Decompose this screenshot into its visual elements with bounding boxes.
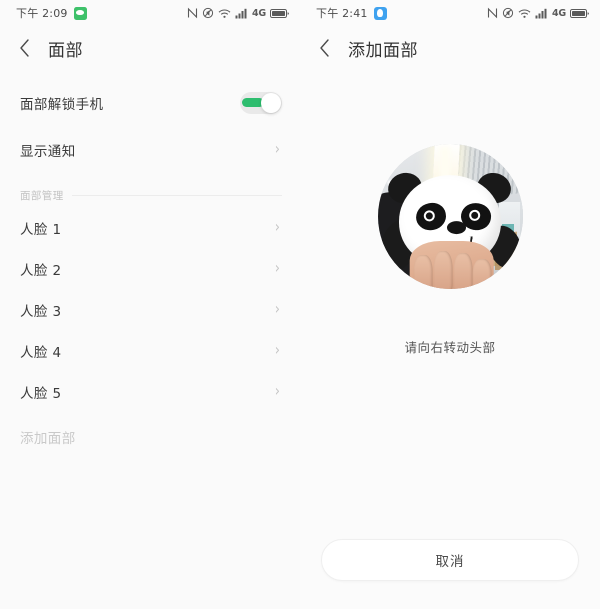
- list-item[interactable]: 人脸 1 ›: [20, 207, 282, 248]
- face-unlock-toggle[interactable]: [240, 91, 282, 114]
- face-entries-list: 人脸 1 › 人脸 2 › 人脸 3 › 人脸 4 › 人脸 5 › 添加面部: [0, 207, 300, 457]
- network-type-label: 4G: [251, 7, 266, 19]
- list-item[interactable]: 人脸 4 ›: [20, 330, 282, 371]
- right-title-bar: 添加面部: [300, 26, 600, 70]
- page-title: 面部: [48, 40, 83, 61]
- panda-nose: [447, 220, 466, 234]
- wechat-icon: [73, 6, 87, 20]
- section-header-face-management: 面部管理: [0, 188, 300, 203]
- battery-icon: [570, 8, 589, 18]
- row-face-unlock[interactable]: 面部解锁手机: [20, 82, 282, 123]
- nfc-icon: [487, 7, 498, 19]
- section-header-label: 面部管理: [20, 190, 64, 202]
- dual-screenshot-container: 下午 2:09 4G 面部 面部解锁手机 显示通知 › 面部管理 人脸 1 › …: [0, 0, 600, 609]
- list-item[interactable]: 人脸 3 ›: [20, 289, 282, 330]
- face-label: 人脸 3: [20, 303, 62, 320]
- face-unlock-label: 面部解锁手机: [20, 96, 104, 113]
- chevron-right-icon: ›: [274, 140, 280, 159]
- chevron-right-icon: ›: [274, 382, 280, 401]
- face-label: 人脸 4: [20, 344, 62, 361]
- face-label: 人脸 5: [20, 385, 62, 402]
- list-item[interactable]: 人脸 5 ›: [20, 371, 282, 412]
- cancel-button[interactable]: 取消: [321, 539, 579, 581]
- wifi-icon: [218, 8, 231, 18]
- face-label: 人脸 1: [20, 221, 62, 238]
- back-chevron-icon[interactable]: [314, 36, 334, 60]
- qq-icon: [373, 6, 387, 20]
- status-bar-time: 下午 2:09: [16, 7, 68, 20]
- settings-list: 面部解锁手机 显示通知 ›: [0, 82, 300, 170]
- cancel-button-container: 取消: [300, 539, 600, 581]
- left-status-bar: 下午 2:09 4G: [0, 0, 300, 26]
- face-label: 人脸 2: [20, 262, 62, 279]
- signal-icon: [535, 8, 547, 18]
- toggle-knob: [261, 92, 281, 113]
- section-divider: [71, 195, 282, 196]
- right-screen-add-face: 下午 2:41 4G 添加面部 请向右转动头部 取消: [300, 0, 600, 609]
- chevron-right-icon: ›: [274, 259, 280, 278]
- camera-preview-image: [377, 144, 523, 289]
- panda-pupil-left: [422, 208, 436, 222]
- page-title: 添加面部: [348, 40, 418, 61]
- back-chevron-icon[interactable]: [14, 36, 34, 60]
- mute-icon: [202, 7, 214, 19]
- row-show-notifications[interactable]: 显示通知 ›: [20, 129, 282, 170]
- show-notifications-label: 显示通知: [20, 143, 76, 160]
- panda-pupil-right: [468, 208, 482, 222]
- add-face-label: 添加面部: [20, 430, 76, 447]
- nfc-icon: [187, 7, 198, 19]
- left-title-bar: 面部: [0, 26, 300, 70]
- wifi-icon: [518, 8, 531, 18]
- panda-eye-left: [413, 199, 449, 233]
- status-bar-time: 下午 2:41: [316, 7, 368, 20]
- status-bar-left-group: 下午 2:41: [316, 5, 387, 21]
- status-bar-right-group: 4G: [487, 7, 590, 19]
- battery-icon: [270, 8, 289, 18]
- right-status-bar: 下午 2:41 4G: [300, 0, 600, 26]
- status-bar-left-group: 下午 2:09: [16, 5, 87, 21]
- instruction-text: 请向右转动头部: [404, 340, 496, 355]
- hand-holding-toy: [409, 240, 494, 289]
- mute-icon: [502, 7, 514, 19]
- chevron-right-icon: ›: [274, 218, 280, 237]
- chevron-right-icon: ›: [274, 341, 280, 360]
- camera-preview-circle: [377, 144, 523, 289]
- status-bar-right-group: 4G: [187, 7, 290, 19]
- left-screen-face-settings: 下午 2:09 4G 面部 面部解锁手机 显示通知 › 面部管理 人脸 1 › …: [0, 0, 300, 609]
- signal-icon: [235, 8, 247, 18]
- list-item[interactable]: 人脸 2 ›: [20, 248, 282, 289]
- row-add-face-disabled: 添加面部: [20, 416, 282, 457]
- chevron-right-icon: ›: [274, 300, 280, 319]
- network-type-label: 4G: [551, 7, 566, 19]
- add-face-body: 请向右转动头部 取消: [300, 70, 600, 609]
